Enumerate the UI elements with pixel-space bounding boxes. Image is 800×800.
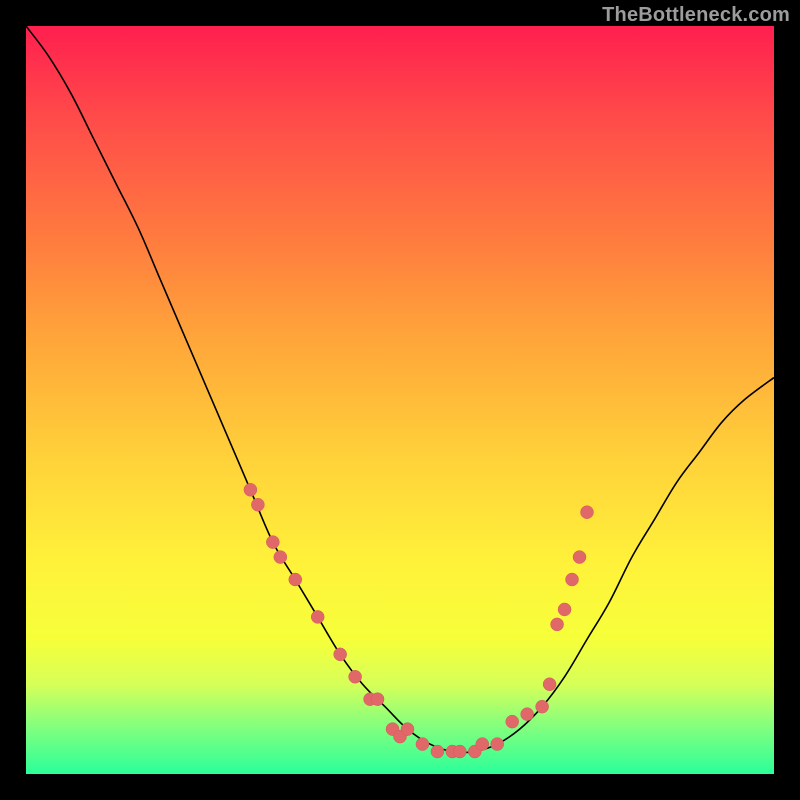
- chart-svg: [26, 26, 774, 774]
- curve-marker: [371, 693, 384, 706]
- curve-marker: [311, 610, 324, 623]
- curve-marker: [543, 678, 556, 691]
- curve-marker: [289, 573, 302, 586]
- curve-marker: [251, 498, 264, 511]
- curve-marker: [244, 483, 257, 496]
- curve-marker: [266, 536, 279, 549]
- curve-marker: [558, 603, 571, 616]
- curve-marker: [566, 573, 579, 586]
- curve-marker: [416, 738, 429, 751]
- curve-marker: [431, 745, 444, 758]
- curve-marker: [491, 738, 504, 751]
- curve-marker: [476, 738, 489, 751]
- chart-frame: [26, 26, 774, 774]
- curve-marker: [349, 670, 362, 683]
- curve-marker: [551, 618, 564, 631]
- curve-marker: [536, 700, 549, 713]
- curve-marker: [274, 551, 287, 564]
- bottleneck-curve: [26, 26, 774, 753]
- curve-marker: [581, 506, 594, 519]
- curve-marker: [401, 723, 414, 736]
- curve-marker: [521, 708, 534, 721]
- curve-marker: [453, 745, 466, 758]
- watermark-text: TheBottleneck.com: [602, 4, 790, 27]
- curve-marker: [506, 715, 519, 728]
- curve-marker: [573, 551, 586, 564]
- curve-marker: [334, 648, 347, 661]
- curve-markers: [244, 483, 594, 758]
